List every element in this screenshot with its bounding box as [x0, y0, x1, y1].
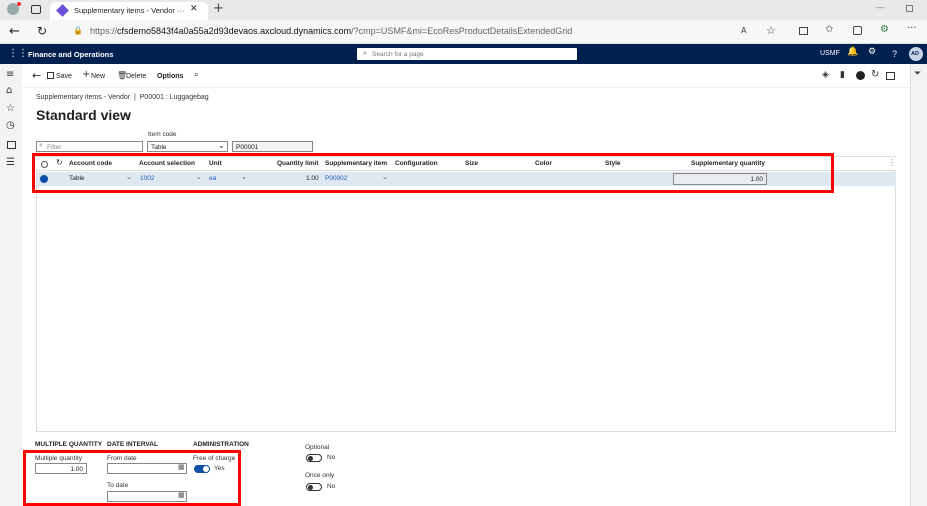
search-icon: ⌕ [363, 49, 367, 57]
url-prefix: https:// [90, 26, 118, 36]
optional-label: Optional [305, 444, 330, 451]
open-new-window-icon[interactable] [886, 72, 895, 80]
app-title[interactable]: Finance and Operations [28, 50, 113, 59]
new-tab-icon[interactable]: + [213, 2, 224, 15]
back-icon[interactable]: ← [9, 25, 20, 38]
app-launcher-icon[interactable]: ⋮⋮ [8, 49, 28, 59]
options-button[interactable]: Options [157, 73, 183, 80]
right-filter-pane: ⏷ [910, 64, 927, 506]
tab-actions-icon[interactable] [31, 5, 41, 14]
favorite-star-icon[interactable]: ☆ [766, 25, 776, 36]
once-only-label: Once only [305, 472, 335, 479]
home-icon[interactable]: ⌂ [6, 86, 12, 96]
url-path: /?cmp=USMF&mi=EcoResProductDetailsExtend… [351, 26, 573, 36]
app-header: ⋮⋮ Finance and Operations ⌕ Search for a… [0, 44, 927, 64]
filter-funnel-icon[interactable]: ⏷ [914, 70, 921, 79]
avatar-initials: AD [911, 51, 919, 57]
page-search-placeholder: Search for a page [372, 50, 424, 58]
filter-placeholder: Filter [47, 143, 62, 151]
view-chevron-icon[interactable]: ⌄ [123, 111, 131, 120]
action-search-icon[interactable]: ⌕ [194, 71, 199, 80]
browser-address-bar: ← ↻ 🔒 https://cfsdemo5843f4a0a55a2d93dev… [0, 20, 927, 44]
favorites-star-icon[interactable]: ☆ [6, 104, 15, 114]
browser-tab-bar: Supplementary items - Vendor ··· ✕ + — [0, 0, 927, 20]
item-code-chevron-icon: ⌄ [218, 141, 225, 150]
view-title[interactable]: Standard view [36, 107, 131, 123]
left-nav-pane: ≡ ⌂ ☆ ◷ ☰ [0, 64, 22, 506]
optional-value: No [327, 454, 336, 461]
delete-button[interactable]: Delete [126, 73, 146, 80]
optional-toggle[interactable] [306, 454, 322, 462]
toggle-knob [308, 456, 313, 461]
item-code-label: Item code [148, 131, 177, 138]
column-options-icon[interactable]: ⋮ [888, 159, 896, 167]
refresh-icon[interactable]: ↻ [37, 25, 47, 37]
date-interval-header: DATE INTERVAL [107, 441, 158, 448]
notifications-icon[interactable]: 🔔 [847, 48, 858, 57]
refresh-page-icon[interactable]: ↻ [871, 70, 879, 80]
toggle-knob [308, 485, 313, 490]
page-search[interactable]: ⌕ Search for a page [357, 48, 577, 60]
breadcrumb: Supplementary items - Vendor | P00001 : … [36, 94, 209, 101]
save-button[interactable]: Save [56, 73, 72, 80]
tab-close-icon[interactable]: ✕ [190, 5, 198, 14]
settings-gear-icon[interactable]: ⚙ [868, 48, 876, 57]
item-value: P00001 [236, 143, 259, 151]
minimize-icon[interactable]: — [876, 4, 885, 13]
attachments-badge[interactable] [856, 71, 865, 80]
main-content: ← Save + New 🗑 Delete Options ⌕ ◈ ▮ ↻ Su… [22, 64, 910, 506]
item-field[interactable]: P00001 [232, 141, 313, 152]
filter-input[interactable]: ⌕ Filter [36, 141, 143, 152]
once-only-toggle[interactable] [306, 483, 322, 491]
back-arrow-icon[interactable]: ← [32, 70, 41, 81]
save-icon [47, 72, 54, 79]
filter-search-icon: ⌕ [39, 141, 43, 149]
favorites-icon[interactable]: ✩ [825, 25, 833, 35]
item-code-value: Table [151, 143, 167, 151]
url-host: cfsdemo5843f4a0a55a2d93devaos.axcloud.dy… [117, 26, 352, 36]
item-code-select[interactable]: Table ⌄ [147, 141, 228, 152]
new-button[interactable]: New [91, 73, 105, 80]
split-screen-icon[interactable] [799, 27, 808, 35]
action-pane: ← Save + New 🗑 Delete Options ⌕ ◈ ▮ ↻ [22, 64, 910, 88]
multiple-quantity-header: MULTIPLE QUANTITY [35, 441, 103, 448]
tab-title: Supplementary items - Vendor ··· [74, 6, 185, 15]
highlight-grid-box [32, 153, 834, 193]
once-only-value: No [327, 483, 336, 490]
collections-icon[interactable] [853, 26, 862, 35]
dynamics-favicon-icon [56, 4, 69, 17]
recent-clock-icon[interactable]: ◷ [6, 121, 15, 131]
lock-icon: 🔒 [73, 26, 83, 35]
attach-icon[interactable]: ▮ [840, 71, 845, 80]
help-icon[interactable]: ? [892, 49, 897, 59]
notification-dot [17, 2, 21, 6]
extensions-icon[interactable]: ⚙ [880, 25, 889, 35]
workspaces-icon[interactable] [7, 141, 16, 149]
grid-container [36, 156, 896, 432]
restore-icon[interactable] [906, 5, 913, 12]
modules-list-icon[interactable]: ☰ [6, 158, 15, 168]
office-apps-icon[interactable]: ◈ [822, 71, 829, 80]
administration-header: ADMINISTRATION [193, 441, 249, 448]
company-picker[interactable]: USMF [820, 50, 840, 57]
highlight-details-box [23, 450, 241, 506]
browser-tab-active[interactable]: Supplementary items - Vendor ··· ✕ [50, 2, 208, 20]
read-aloud-icon[interactable]: A [741, 27, 746, 35]
new-plus-icon: + [82, 69, 91, 80]
url-field[interactable]: https://cfsdemo5843f4a0a55a2d93devaos.ax… [90, 26, 572, 36]
hamburger-menu-icon[interactable]: ≡ [6, 70, 14, 80]
more-icon[interactable]: ··· [907, 24, 917, 34]
